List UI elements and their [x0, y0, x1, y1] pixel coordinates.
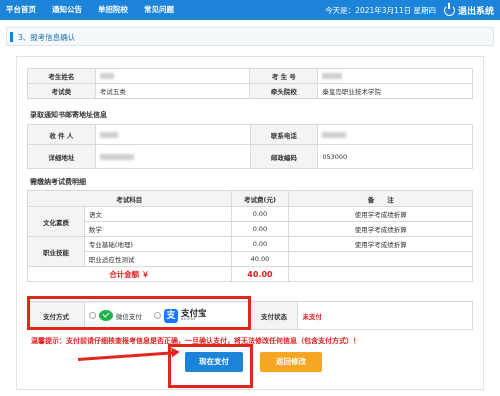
- recipient-value: [94, 124, 251, 145]
- pay-now-button[interactable]: 现在支付: [185, 352, 243, 372]
- fee-amount: 40.00: [230, 251, 290, 267]
- phone-label: 联系电话: [249, 124, 319, 145]
- fee-note: 使用学考成绩折算: [288, 221, 473, 237]
- fee-subject: 数学: [83, 221, 232, 237]
- phone-value: [317, 124, 473, 145]
- fees-header-fee: 考试费(元): [230, 190, 290, 207]
- postcode-value: 053000: [317, 144, 473, 169]
- name-value: [94, 68, 251, 84]
- fee-note: 使用学考成绩折算: [288, 206, 473, 222]
- mail-info-table: 收 件 人 联系电话 详细地址 邮政编码 053000: [27, 124, 473, 169]
- id-value: [317, 68, 473, 84]
- group-vocational: 职业技能: [27, 236, 85, 267]
- logout-button[interactable]: 退出系统: [443, 2, 494, 17]
- section-title: 3、报考信息确认: [18, 33, 76, 42]
- section-header: 3、报考信息确认: [6, 27, 494, 46]
- exam-info-table: 考生姓名 考 生 号 考试类 考试五类 牵头院校 秦皇岛职业技术学院: [27, 68, 473, 99]
- fee-amount: 0.00: [230, 236, 290, 252]
- total-label: 合计金额 ￥: [27, 266, 232, 282]
- school-value: 秦皇岛职业技术学院: [317, 83, 473, 99]
- fee-subject: 语文: [83, 206, 232, 222]
- address-label: 详细地址: [27, 144, 96, 169]
- top-nav-bar: 平台首页 通知公告 单招院校 常见问题 今天是：2021年3月11日 星期四 退…: [0, 0, 500, 20]
- nav-notices[interactable]: 通知公告: [44, 0, 90, 20]
- school-label: 牵头院校: [249, 83, 319, 99]
- id-label: 考 生 号: [249, 68, 319, 84]
- payment-status-value: 未支付: [297, 301, 473, 330]
- fees-header-note: 备 注: [288, 190, 473, 207]
- postcode-label: 邮政编码: [249, 144, 319, 169]
- fees-header-subject: 考试科目: [27, 190, 232, 207]
- back-edit-button[interactable]: 返回修改: [260, 352, 322, 372]
- group-culture: 文化素质: [27, 206, 85, 237]
- fee-amount: 0.00: [230, 221, 290, 237]
- nav-faq[interactable]: 常见问题: [136, 0, 182, 20]
- type-label: 考试类: [27, 83, 96, 99]
- type-value: 考试五类: [94, 83, 251, 99]
- nav-schools[interactable]: 单招院校: [90, 0, 136, 20]
- fees-table: 考试科目 考试费(元) 备 注 文化素质 语文 0.00 使用学考成绩折算 数学…: [27, 190, 473, 282]
- nav-home[interactable]: 平台首页: [0, 0, 44, 20]
- fee-amount: 0.00: [230, 206, 290, 222]
- recipient-label: 收 件 人: [27, 124, 96, 145]
- address-value: [94, 144, 251, 169]
- fee-subject: 职业适应性测试: [83, 251, 232, 267]
- fee-subject: 专业基础(地理): [83, 236, 232, 252]
- fee-note: [288, 251, 473, 267]
- name-label: 考生姓名: [27, 68, 96, 84]
- mail-section-title: 录取通知书邮寄地址信息: [30, 111, 107, 119]
- current-date: 今天是：2021年3月11日 星期四: [325, 5, 436, 15]
- fees-section-title: 需缴纳考试费明细: [30, 178, 86, 186]
- fee-note: 使用学考成绩折算: [288, 236, 473, 252]
- payment-highlight-box: [27, 296, 251, 330]
- power-icon: [443, 2, 455, 16]
- payment-status-label: 支付状态: [249, 301, 299, 330]
- section-marker: [10, 32, 13, 42]
- logout-label: 退出系统: [457, 6, 494, 17]
- total-value: 40.00: [230, 266, 290, 282]
